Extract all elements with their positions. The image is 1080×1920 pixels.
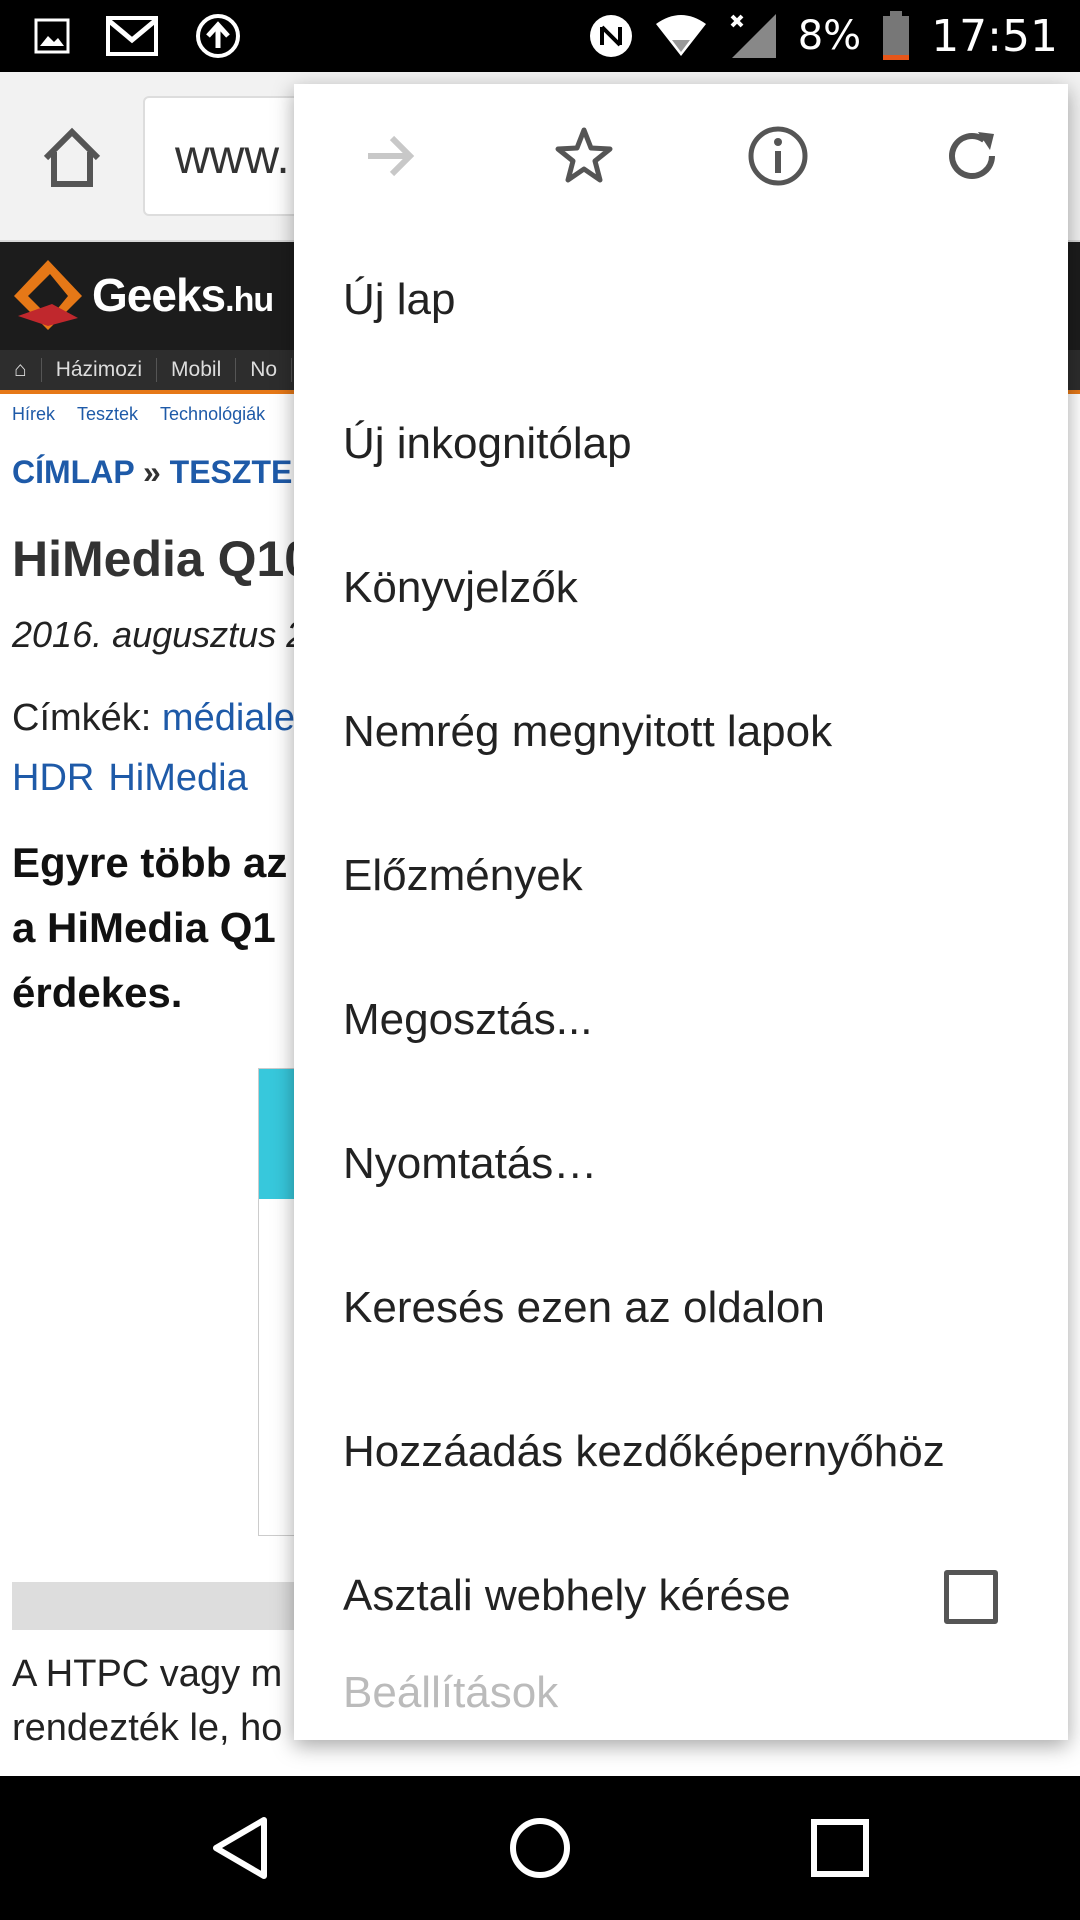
article-date: 2016. augusztus 2: [12, 614, 307, 655]
crumb-home[interactable]: CÍMLAP: [12, 454, 134, 490]
site-home-icon[interactable]: ⌂: [0, 358, 42, 382]
body-line: A HTPC vagy m: [12, 1653, 283, 1695]
article-lead: Egyre több az a HiMedia Q1 érdekes.: [12, 830, 287, 1025]
tags-line-2: HDR HiMedia: [12, 757, 248, 800]
logo-suffix: .hu: [225, 281, 274, 319]
geeks-logo-icon: [14, 260, 82, 330]
article-body: A HTPC vagy m rendezték le, ho: [12, 1647, 282, 1755]
request-desktop-label: Asztali webhely kérése: [343, 1571, 791, 1620]
menu-item-bookmarks[interactable]: Könyvjelzők: [294, 516, 1068, 660]
signal-icon: [730, 14, 776, 58]
upload-icon: [196, 14, 240, 58]
logo-text: Geeks: [92, 269, 226, 321]
crumb-separator: »: [142, 454, 161, 490]
info-icon[interactable]: [746, 124, 810, 188]
menu-item-print[interactable]: Nyomtatás…: [294, 1092, 1068, 1236]
lead-line: Egyre több az: [12, 839, 288, 886]
gmail-icon: [106, 16, 158, 56]
crumb-current[interactable]: TESZTE: [170, 454, 293, 490]
menu-item-find-in-page[interactable]: Keresés ezen az oldalon: [294, 1236, 1068, 1380]
home-circle-icon[interactable]: [504, 1812, 576, 1884]
menu-item-new-tab[interactable]: Új lap: [294, 228, 1068, 372]
body-line: rendezték le, ho: [12, 1707, 283, 1749]
menu-item-settings[interactable]: Beállítások: [294, 1668, 1068, 1724]
status-bar: 8% 17:51: [0, 0, 1080, 72]
forward-icon[interactable]: [358, 124, 422, 188]
menu-item-recent-tabs[interactable]: Nemrég megnyitott lapok: [294, 660, 1068, 804]
overflow-menu: Új lap Új inkognitólap Könyvjelzők Nemré…: [294, 84, 1068, 1740]
tag-link[interactable]: HiMedia: [108, 757, 247, 800]
tags-label: Címkék:: [12, 697, 152, 739]
subnav-item[interactable]: Hírek: [12, 404, 55, 425]
battery-icon: [883, 11, 910, 60]
back-icon[interactable]: [206, 1812, 278, 1884]
lead-line: a HiMedia Q1: [12, 904, 276, 951]
clock: 17:51: [931, 10, 1058, 62]
tag-link[interactable]: HDR: [12, 757, 94, 800]
wifi-icon: [655, 15, 706, 56]
divider-bar: [12, 1582, 312, 1630]
menu-item-history[interactable]: Előzmények: [294, 804, 1068, 948]
image-icon: [34, 18, 70, 54]
nav-item[interactable]: Mobil: [157, 358, 237, 382]
site-logo[interactable]: Geeks.hu: [8, 256, 274, 334]
star-icon[interactable]: [552, 124, 616, 188]
refresh-icon[interactable]: [940, 124, 1004, 188]
subnav-item[interactable]: Tesztek: [77, 404, 138, 425]
battery-percent: 8%: [797, 13, 862, 59]
tags-line: Címkék: médiale: [12, 697, 295, 740]
tag-link[interactable]: médiale: [162, 697, 295, 739]
breadcrumb: CÍMLAP » TESZTE: [12, 454, 292, 491]
subnav-item[interactable]: Technológiák: [160, 404, 265, 425]
menu-item-add-to-home[interactable]: Hozzáadás kezdőképernyőhöz: [294, 1380, 1068, 1524]
recents-icon[interactable]: [804, 1812, 876, 1884]
nav-item[interactable]: Házimozi: [42, 358, 158, 382]
lead-line: érdekes.: [12, 969, 183, 1016]
nfc-icon: [589, 15, 632, 57]
home-icon[interactable]: [38, 124, 106, 192]
request-desktop-checkbox[interactable]: [944, 1570, 998, 1624]
article-title: HiMedia Q10: [12, 531, 313, 587]
menu-item-request-desktop[interactable]: Asztali webhely kérése: [294, 1524, 1068, 1668]
nav-item[interactable]: No: [236, 358, 293, 382]
system-nav-bar: [0, 1776, 1080, 1920]
menu-item-new-incognito-tab[interactable]: Új inkognitólap: [294, 372, 1068, 516]
menu-item-share[interactable]: Megosztás...: [294, 948, 1068, 1092]
menu-icon-row: [294, 84, 1068, 228]
